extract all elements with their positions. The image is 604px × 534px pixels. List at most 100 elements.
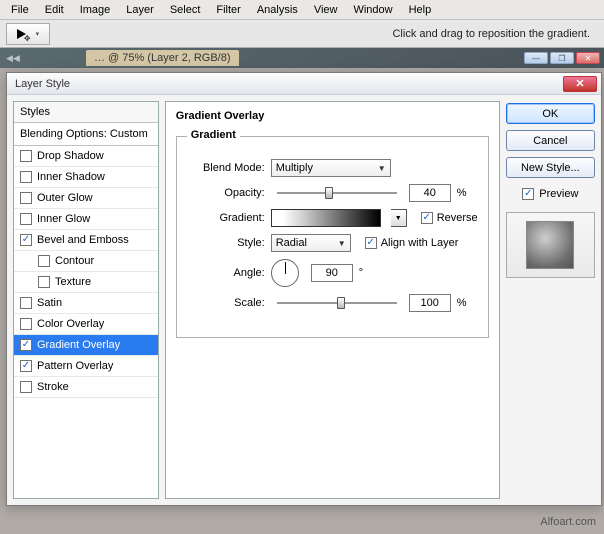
style-select[interactable]: Radial bbox=[271, 234, 351, 252]
angle-label: Angle: bbox=[187, 267, 265, 279]
styles-header[interactable]: Styles bbox=[14, 102, 158, 123]
style-checkbox[interactable] bbox=[20, 381, 32, 393]
style-row-inner-shadow[interactable]: Inner Shadow bbox=[14, 167, 158, 188]
tool-options-bar: ✥▾ Click and drag to reposition the grad… bbox=[0, 20, 604, 48]
style-checkbox[interactable] bbox=[38, 276, 50, 288]
style-checkbox[interactable] bbox=[20, 213, 32, 225]
blend-mode-label: Blend Mode: bbox=[187, 162, 265, 174]
move-tool-icon[interactable]: ✥▾ bbox=[6, 23, 50, 45]
reverse-checkbox[interactable] bbox=[421, 212, 433, 224]
document-tab[interactable]: … @ 75% (Layer 2, RGB/8) bbox=[86, 50, 239, 66]
opacity-label: Opacity: bbox=[187, 187, 265, 199]
style-checkbox[interactable] bbox=[38, 255, 50, 267]
dialog-title: Layer Style bbox=[11, 78, 70, 90]
align-with-layer-label: Align with Layer bbox=[381, 237, 459, 249]
menu-select[interactable]: Select bbox=[163, 2, 208, 18]
style-value: Radial bbox=[276, 237, 307, 249]
menu-filter[interactable]: Filter bbox=[209, 2, 247, 18]
effect-settings-panel: Gradient Overlay Gradient Blend Mode: Mu… bbox=[165, 101, 500, 499]
style-row-label: Color Overlay bbox=[37, 318, 104, 330]
menu-view[interactable]: View bbox=[307, 2, 345, 18]
style-checkbox[interactable] bbox=[20, 318, 32, 330]
document-close-button[interactable]: ✕ bbox=[576, 52, 600, 64]
opacity-slider[interactable] bbox=[277, 192, 397, 194]
preview-label: Preview bbox=[539, 188, 578, 200]
dialog-title-bar[interactable]: Layer Style ✕ bbox=[7, 73, 601, 95]
style-row-gradient-overlay[interactable]: Gradient Overlay bbox=[14, 335, 158, 356]
tab-scroll-left-icon[interactable]: ◀◀ bbox=[2, 53, 24, 64]
gradient-label: Gradient: bbox=[187, 212, 265, 224]
group-legend: Gradient bbox=[187, 129, 240, 141]
scale-unit: % bbox=[457, 297, 467, 309]
angle-input[interactable]: 90 bbox=[311, 264, 353, 282]
style-checkbox[interactable] bbox=[20, 234, 32, 246]
menu-help[interactable]: Help bbox=[402, 2, 439, 18]
menu-analysis[interactable]: Analysis bbox=[250, 2, 305, 18]
style-row-bevel-and-emboss[interactable]: Bevel and Emboss bbox=[14, 230, 158, 251]
style-row-inner-glow[interactable]: Inner Glow bbox=[14, 209, 158, 230]
align-with-layer-checkbox[interactable] bbox=[365, 237, 377, 249]
style-row-label: Texture bbox=[55, 276, 91, 288]
style-row-contour[interactable]: Contour bbox=[14, 251, 158, 272]
scale-label: Scale: bbox=[187, 297, 265, 309]
style-label: Style: bbox=[187, 237, 265, 249]
style-row-label: Gradient Overlay bbox=[37, 339, 120, 351]
style-row-label: Bevel and Emboss bbox=[37, 234, 129, 246]
style-row-label: Stroke bbox=[37, 381, 69, 393]
menu-edit[interactable]: Edit bbox=[38, 2, 71, 18]
style-row-outer-glow[interactable]: Outer Glow bbox=[14, 188, 158, 209]
cancel-button[interactable]: Cancel bbox=[506, 130, 595, 151]
style-checkbox[interactable] bbox=[20, 360, 32, 372]
angle-dial[interactable] bbox=[271, 259, 299, 287]
scale-slider[interactable] bbox=[277, 302, 397, 304]
opacity-input[interactable]: 40 bbox=[409, 184, 451, 202]
preview-swatch bbox=[526, 221, 574, 269]
style-checkbox[interactable] bbox=[20, 192, 32, 204]
gradient-group: Gradient Blend Mode: Multiply Opacity: 4… bbox=[176, 130, 489, 338]
angle-unit: ° bbox=[359, 267, 363, 279]
style-row-label: Satin bbox=[37, 297, 62, 309]
style-row-pattern-overlay[interactable]: Pattern Overlay bbox=[14, 356, 158, 377]
style-checkbox[interactable] bbox=[20, 171, 32, 183]
blending-options-row[interactable]: Blending Options: Custom bbox=[14, 123, 158, 146]
style-row-stroke[interactable]: Stroke bbox=[14, 377, 158, 398]
menu-image[interactable]: Image bbox=[73, 2, 118, 18]
gradient-swatch[interactable] bbox=[271, 209, 381, 227]
gradient-dropdown-icon[interactable]: ▼ bbox=[391, 209, 407, 227]
style-row-label: Inner Shadow bbox=[37, 171, 105, 183]
document-tab-bar: ◀◀ … @ 75% (Layer 2, RGB/8) — ❐ ✕ bbox=[0, 48, 604, 68]
styles-list-panel: Styles Blending Options: Custom Drop Sha… bbox=[13, 101, 159, 499]
dialog-close-button[interactable]: ✕ bbox=[563, 76, 597, 92]
opacity-unit: % bbox=[457, 187, 467, 199]
preview-swatch-box bbox=[506, 212, 595, 278]
menu-file[interactable]: File bbox=[4, 2, 36, 18]
watermark: Alfoart.com bbox=[540, 516, 596, 528]
style-checkbox[interactable] bbox=[20, 150, 32, 162]
blend-mode-select[interactable]: Multiply bbox=[271, 159, 391, 177]
reverse-label: Reverse bbox=[437, 212, 478, 224]
style-row-drop-shadow[interactable]: Drop Shadow bbox=[14, 146, 158, 167]
style-row-label: Pattern Overlay bbox=[37, 360, 113, 372]
app-menu-bar: File Edit Image Layer Select Filter Anal… bbox=[0, 0, 604, 20]
style-checkbox[interactable] bbox=[20, 297, 32, 309]
document-minimize-button[interactable]: — bbox=[524, 52, 548, 64]
style-checkbox[interactable] bbox=[20, 339, 32, 351]
menu-layer[interactable]: Layer bbox=[119, 2, 161, 18]
menu-window[interactable]: Window bbox=[346, 2, 399, 18]
style-row-label: Drop Shadow bbox=[37, 150, 104, 162]
style-row-label: Inner Glow bbox=[37, 213, 90, 225]
ok-button[interactable]: OK bbox=[506, 103, 595, 124]
new-style-button[interactable]: New Style... bbox=[506, 157, 595, 178]
style-row-color-overlay[interactable]: Color Overlay bbox=[14, 314, 158, 335]
layer-style-dialog: Layer Style ✕ Styles Blending Options: C… bbox=[6, 72, 602, 506]
style-row-satin[interactable]: Satin bbox=[14, 293, 158, 314]
blend-mode-value: Multiply bbox=[276, 162, 313, 174]
preview-checkbox[interactable] bbox=[522, 188, 534, 200]
document-restore-button[interactable]: ❐ bbox=[550, 52, 574, 64]
panel-title: Gradient Overlay bbox=[176, 110, 489, 122]
dialog-buttons-panel: OK Cancel New Style... Preview bbox=[506, 101, 595, 499]
scale-input[interactable]: 100 bbox=[409, 294, 451, 312]
style-row-label: Outer Glow bbox=[37, 192, 93, 204]
style-row-texture[interactable]: Texture bbox=[14, 272, 158, 293]
style-row-label: Contour bbox=[55, 255, 94, 267]
